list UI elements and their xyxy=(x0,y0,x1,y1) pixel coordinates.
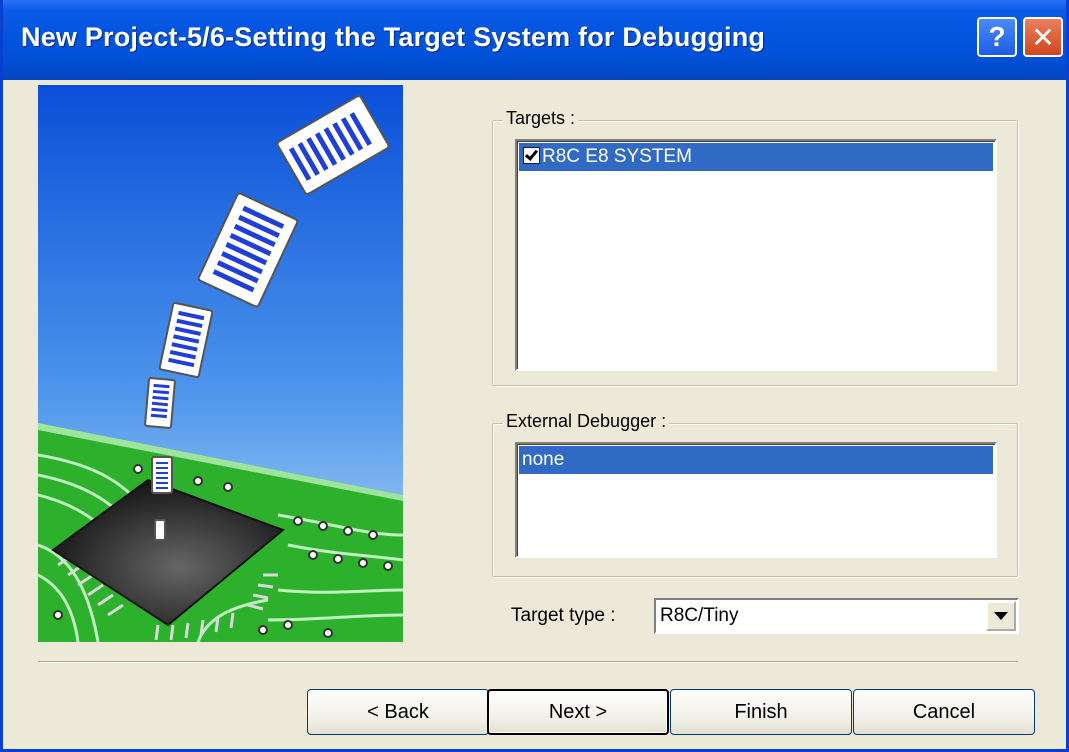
cancel-button[interactable]: Cancel xyxy=(853,689,1035,735)
targets-listbox[interactable]: R8C E8 SYSTEM xyxy=(515,139,997,371)
external-debugger-group: External Debugger : none xyxy=(492,411,1018,577)
title-bar[interactable]: New Project-5/6-Setting the Target Syste… xyxy=(3,0,1066,80)
wizard-illustration xyxy=(38,85,403,642)
help-icon: ? xyxy=(988,21,1006,52)
next-button[interactable]: Next > xyxy=(487,689,669,735)
close-icon: ✕ xyxy=(1031,21,1055,53)
target-type-label: Target type : xyxy=(511,605,616,626)
list-item-target[interactable]: R8C E8 SYSTEM xyxy=(519,143,993,171)
list-item-debugger[interactable]: none xyxy=(519,446,993,474)
chevron-down-icon[interactable] xyxy=(986,601,1016,631)
target-checkbox[interactable] xyxy=(523,146,540,164)
targets-group-label: Targets : xyxy=(503,108,579,129)
target-type-select[interactable]: R8C/Tiny xyxy=(654,598,1019,634)
finish-button[interactable]: Finish xyxy=(670,689,852,735)
help-button[interactable]: ? xyxy=(977,17,1017,57)
target-label: R8C E8 SYSTEM xyxy=(542,146,692,167)
external-debugger-group-label: External Debugger : xyxy=(503,411,670,432)
target-type-value: R8C/Tiny xyxy=(660,605,739,626)
targets-group: Targets : R8C E8 SYSTEM xyxy=(492,108,1018,386)
debugger-label: none xyxy=(522,449,565,470)
window-title: New Project-5/6-Setting the Target Syste… xyxy=(21,22,766,52)
back-button[interactable]: < Back xyxy=(307,689,489,735)
external-debugger-listbox[interactable]: none xyxy=(515,442,997,558)
dialog-window: New Project-5/6-Setting the Target Syste… xyxy=(0,0,1069,752)
separator xyxy=(38,661,1018,663)
close-button[interactable]: ✕ xyxy=(1023,17,1063,57)
